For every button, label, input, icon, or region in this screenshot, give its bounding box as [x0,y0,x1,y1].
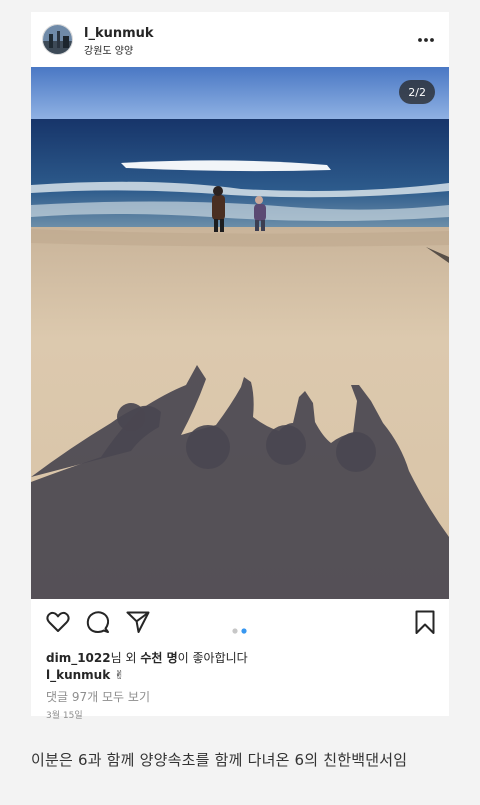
carousel-indicator [232,619,252,634]
footer-caption-text: 이분은 6과 함께 양양속초를 함께 다녀온 6의 친한백댄서임 [31,751,408,769]
post-header: l_kunmuk 강원도 양양 [31,12,449,67]
post-photo[interactable]: 2/2 [31,67,449,599]
view-all-comments-link[interactable]: 댓글 97개 모두 보기 [46,688,150,705]
image-counter-badge: 2/2 [399,80,435,104]
post-date: 3월 15일 [46,711,83,721]
bookmark-icon[interactable] [412,609,438,635]
caption: l_kunmuk ✌ [46,668,124,682]
victory-hand-icon: ✌ [114,668,125,682]
liker-username[interactable]: dim_1022 [46,651,111,665]
likes-suffix: 이 좋아합니다 [177,651,248,665]
avatar[interactable] [42,24,73,55]
carousel-dot-active [241,628,247,634]
caption-username[interactable]: l_kunmuk [46,668,110,682]
likes-mid-text: 님 외 [110,651,141,665]
comment-icon[interactable] [85,609,111,635]
carousel-dot [232,628,238,634]
heart-icon[interactable] [45,609,71,635]
more-options-icon[interactable] [417,32,435,46]
post-username[interactable]: l_kunmuk [84,26,154,41]
post-card: l_kunmuk 강원도 양양 2/2 dim_1022님 외 수천 명이 좋아… [31,12,449,721]
action-bar [31,599,449,643]
likes-summary: dim_1022님 외 수천 명이 좋아합니다 [46,649,248,666]
post-location[interactable]: 강원도 양양 [84,42,133,57]
likes-count[interactable]: 수천 명 [140,651,177,665]
share-icon[interactable] [125,609,151,635]
